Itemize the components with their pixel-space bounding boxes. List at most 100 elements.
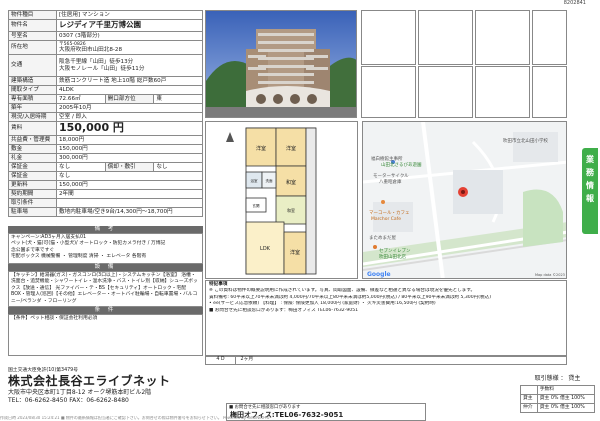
license-number: 国土交通大臣免許(10)第3479号 (8, 368, 79, 373)
spec-key: 現況/入居時期 (8, 112, 57, 122)
photo-thumb[interactable] (418, 10, 473, 65)
dates-label: 4 D (206, 357, 236, 364)
spec-key: 駐車場 (8, 207, 57, 217)
spec-key: 賃料 (8, 121, 57, 136)
photo-thumb[interactable] (532, 10, 567, 65)
spec-row: 現況/入居時期 空室 / 即入 (8, 112, 203, 122)
deal-row: 手数料 (520, 385, 596, 395)
map-label: まためまだ屋 (369, 235, 396, 241)
spec-key: 交通 (8, 54, 57, 77)
note-line: ■ お問合せ先に相談窓口があります：梅田オフィス TEL06-7632-9051 (209, 307, 359, 313)
photo-thumb[interactable] (475, 66, 530, 118)
spec-row: 契約期間 2年間 (8, 189, 203, 199)
remarks-box: キャンペーン:AD3ヶ月入居支払01 ペット(犬・猫)可(猫・小型犬)/ オート… (8, 233, 203, 264)
spec-value: 鉄筋コンクリート造 地上10階 総戸数60戸 (56, 76, 203, 86)
spec-subvalue: なし (153, 162, 203, 172)
dates-bar: 4 D 2ヶ月 (205, 356, 567, 365)
spec-key: 物件名 (8, 19, 57, 32)
spec-row: 交通 阪急千里線「山田」徒歩13分 大阪モノレール「山田」徒歩11分 (8, 54, 203, 77)
facilities-box: 【キッチン】給湯器(ガス)・ガスコンロ(3口以上)・システムキッチン【浴室】 浴… (8, 271, 203, 307)
dates-value: 2ヶ月 (240, 357, 254, 362)
spec-value: 18,000円 (56, 135, 203, 145)
special-notes: 特記事項 ※ この資料は物件の概要説明用に作成されています。写真、間取図面、設備… (205, 280, 567, 356)
room-label: 浴室 (251, 178, 259, 183)
spec-row: 物件名 レジディア千里万博公園 (8, 19, 203, 32)
spec-subkey: 償却・敷引 (104, 162, 155, 172)
map-image: 吹田市立北山田小学校 福白樹館主事所 山田北さるびあ遊園 モーターサイクル 八重… (363, 122, 566, 278)
building-photo-image (206, 11, 356, 117)
spec-value: 敷地内駐車場/空き9台/14,300円〜18,700円 (56, 207, 203, 217)
spec-key: 所在地 (8, 40, 57, 55)
spec-key: 共益費・管理費 (8, 135, 57, 145)
side-tab-char: 情 (586, 181, 594, 190)
spec-value: 72.66㎡ (56, 94, 106, 104)
google-logo: Google (367, 271, 391, 278)
room-label: 和室 (286, 179, 296, 186)
deal-type-table: 手数料 貸主 貸主 0% 借主 100% 仲介 貸主 0% 借主 100% (520, 385, 596, 413)
deal-cell: 貸主 0% 借主 100% (536, 403, 596, 413)
spec-row: 更新料 150,000円 (8, 180, 203, 190)
deal-row: 仲介 貸主 0% 借主 100% (520, 403, 596, 413)
photo-thumb[interactable] (361, 10, 416, 65)
photo-thumb[interactable] (532, 66, 567, 118)
address-value: 〒565-0826 大阪府吹田市山田北8-28 (56, 40, 203, 55)
spec-key: 築年 (8, 103, 57, 113)
company-address: 大阪市中央区本町1丁目8-12 オーク堺筋本町ビル2階 (8, 389, 152, 396)
spec-value: なし (56, 171, 203, 181)
document-id: 8202841 (563, 0, 586, 6)
spec-key: 保証金 (8, 171, 57, 181)
spec-subkey: 開口部方位 (104, 94, 155, 104)
spec-row: 専有面積 72.66㎡ 開口部方位東 (8, 94, 203, 104)
map-label: 吹田市立北山田小学校 (503, 137, 548, 144)
spec-row: 物件種目 [住居用] マンション (8, 10, 203, 20)
spec-key: 号室名 (8, 31, 57, 41)
spec-row: 号室名 0307 (3階部分) (8, 31, 203, 41)
spec-row: 共益費・管理費 18,000円 (8, 135, 203, 145)
location-map[interactable]: 吹田市立北山田小学校 福白樹館主事所 山田北さるびあ遊園 モーターサイクル 八重… (362, 121, 567, 279)
spec-row: 所在地 〒565-0826 大阪府吹田市山田北8-28 (8, 40, 203, 55)
property-name: レジディア千里万博公園 (56, 19, 203, 32)
spec-value: 300,000円 (56, 153, 203, 163)
business-info-tab[interactable]: 業 務 情 報 (582, 148, 598, 234)
map-label: 吹田山田北店 (379, 253, 406, 260)
spec-value: 150,000円 (56, 180, 203, 190)
map-label: Map data ©2023 (535, 273, 565, 277)
spec-row: 駐車場 敷地内駐車場/空き9台/14,300円〜18,700円 (8, 207, 203, 217)
deal-cell: 貸主 0% 借主 100% (536, 394, 596, 404)
spec-key: 専有面積 (8, 94, 57, 104)
room-label: 玄関 (253, 203, 261, 208)
deal-cell: 貸主 (520, 394, 538, 404)
photo-thumb[interactable] (418, 66, 473, 118)
spec-value: 4LDK (56, 85, 203, 95)
spec-key: 保証金 (8, 162, 57, 172)
room-label: 和室 (287, 207, 295, 213)
deal-cell (520, 385, 538, 395)
spec-key: 間取タイプ (8, 85, 57, 95)
conditions-box: 【条件】ペット相談・保証会社利用必須 (8, 314, 203, 356)
company-tel: TEL：06-6262-8450 FAX：06-6262-8480 (8, 397, 129, 404)
transport-value: 阪急千里線「山田」徒歩13分 大阪モノレール「山田」徒歩11分 (56, 54, 203, 77)
spec-value (56, 198, 203, 208)
map-label: モーターサイクル (373, 172, 409, 179)
rent-price: 150,000 円 (56, 121, 203, 136)
spec-row: 取引条件 (8, 198, 203, 208)
photo-thumb[interactable] (475, 10, 530, 65)
spec-key: 礼金 (8, 153, 57, 163)
spec-row: 保証金 なし (8, 171, 203, 181)
contact-label: ■ お問合せ先に相談窓口があります (229, 405, 301, 410)
room-label: 洋室 (256, 145, 266, 152)
building-photo (205, 10, 357, 118)
remarks-header: 備 考 (8, 226, 203, 233)
photo-thumb[interactable] (361, 66, 416, 118)
map-label: セブンイレブン (379, 247, 411, 254)
spec-row: 間取タイプ 4LDK (8, 85, 203, 95)
room-label: 洋室 (290, 249, 300, 256)
spec-row: 築年 2005年10月 (8, 103, 203, 113)
map-label: 福白樹館主事所 (371, 155, 403, 162)
spec-subvalue: 東 (153, 94, 203, 104)
conditions-header: 条 件 (8, 307, 203, 314)
address-text: 大阪府吹田市山田北8-28 (59, 46, 123, 53)
spec-key: 物件種目 (8, 10, 57, 20)
facilities-header: 設 備 (8, 264, 203, 271)
room-label: LDK (260, 246, 271, 252)
